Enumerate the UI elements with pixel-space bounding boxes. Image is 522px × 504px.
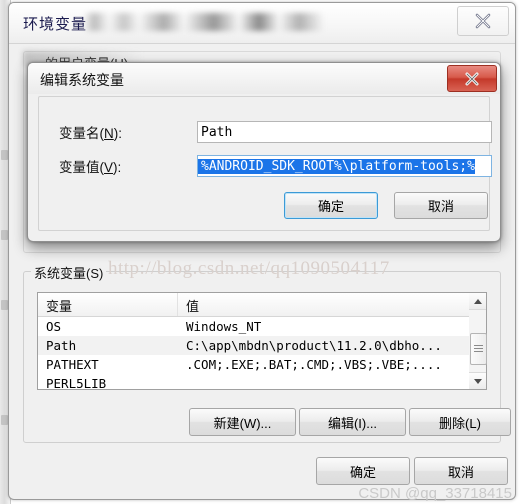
table-row[interactable]: OS Windows_NT (38, 317, 475, 336)
table-scrollbar[interactable] (469, 292, 487, 390)
delete-variable-button[interactable]: 删除(L) (409, 408, 511, 436)
close-icon[interactable] (447, 65, 497, 92)
edge-notch (1, 300, 8, 310)
cell-variable: Path (46, 338, 77, 353)
scroll-thumb[interactable] (470, 333, 487, 365)
edit-system-variable-dialog: 编辑系统变量 变量名(N): Path 变量值(V): %ANDROID_SDK… (27, 62, 501, 242)
cell-value: Windows_NT (186, 319, 262, 334)
close-icon[interactable] (457, 6, 509, 36)
variable-value-row: 变量值(V): %ANDROID_SDK_ROOT%\platform-tool… (59, 155, 492, 177)
edge-notch (1, 150, 8, 160)
variable-value-label: 变量值(V): (59, 160, 122, 175)
variable-value-input[interactable]: %ANDROID_SDK_ROOT%\platform-tools;% (197, 155, 492, 177)
system-variables-table[interactable]: 变量 值 OS Windows_NT Path C:\app\mbdn\prod… (37, 292, 476, 390)
new-variable-button[interactable]: 新建(W)... (189, 408, 296, 436)
dialog-ok-button[interactable]: 确定 (284, 192, 378, 219)
dialog-body: 变量名(N): Path 变量值(V): %ANDROID_SDK_ROOT%\… (38, 96, 492, 231)
window-cancel-button[interactable]: 取消 (414, 457, 508, 485)
window-title: 环境变量 (23, 16, 88, 33)
dialog-titlebar: 编辑系统变量 (28, 63, 500, 94)
column-header-variable: 变量 (38, 293, 178, 316)
dialog-cancel-button[interactable]: 取消 (394, 192, 488, 219)
scroll-down-icon[interactable] (469, 372, 486, 389)
table-row[interactable]: Path C:\app\mbdn\product\11.2.0\dbho... (38, 336, 475, 355)
variable-name-input[interactable]: Path (197, 121, 492, 143)
system-variables-label: 系统变量(S) (31, 263, 107, 282)
system-variables-group: 变量 值 OS Windows_NT Path C:\app\mbdn\prod… (23, 271, 511, 443)
edge-notch (1, 415, 8, 425)
variable-value-selected-text: %ANDROID_SDK_ROOT%\platform-tools;% (198, 158, 475, 174)
table-row[interactable]: PATHEXT .COM;.EXE;.BAT;.CMD;.VBS;.VBE;..… (38, 355, 475, 374)
cell-value: .COM;.EXE;.BAT;.CMD;.VBS;.VBE;.... (186, 357, 442, 372)
table-header-row: 变量 值 (38, 293, 475, 317)
table-row[interactable]: PERL5LIB (38, 374, 475, 390)
variable-name-label: 变量名(N): (59, 126, 122, 141)
blurred-title-text (84, 13, 334, 31)
variable-name-value: Path (201, 124, 233, 140)
cell-variable: OS (46, 319, 62, 334)
cell-value: C:\app\mbdn\product\11.2.0\dbho... (186, 338, 442, 353)
variable-name-row: 变量名(N): Path (59, 121, 492, 143)
cell-variable: PERL5LIB (46, 376, 107, 390)
column-header-value: 值 (186, 299, 200, 314)
scroll-up-icon[interactable] (469, 293, 486, 310)
edge-notch (1, 230, 8, 240)
dialog-title: 编辑系统变量 (40, 72, 124, 88)
cell-variable: PATHEXT (46, 357, 99, 372)
window-titlebar: 环境变量 (9, 3, 515, 44)
edit-variable-button[interactable]: 编辑(I)... (299, 408, 406, 436)
window-ok-button[interactable]: 确定 (316, 457, 410, 485)
